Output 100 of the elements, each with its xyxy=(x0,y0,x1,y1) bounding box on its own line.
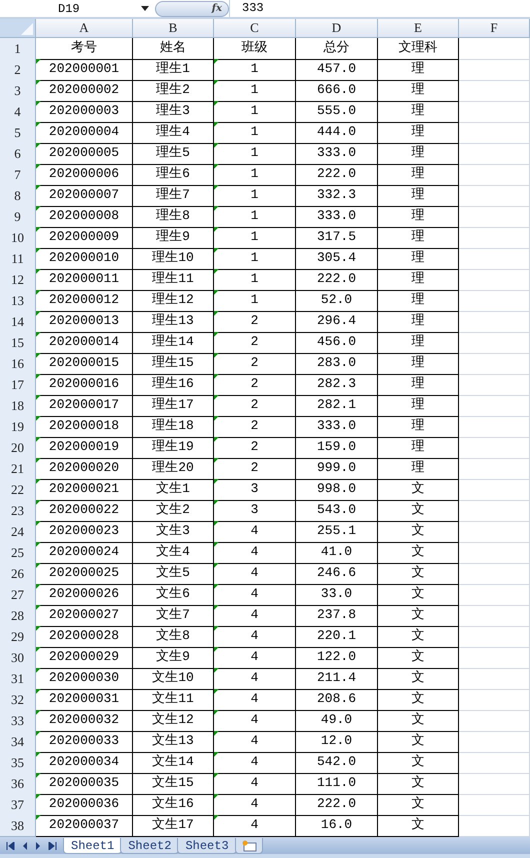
first-sheet-icon[interactable] xyxy=(6,842,15,850)
table-cell: 52.0 xyxy=(296,290,378,312)
insert-function-button[interactable]: fx xyxy=(155,0,229,16)
row-header[interactable]: 33 xyxy=(0,710,36,732)
empty-cell[interactable] xyxy=(459,248,530,270)
dropdown-icon[interactable] xyxy=(141,6,149,11)
row-header[interactable]: 24 xyxy=(0,521,36,543)
insert-sheet-button[interactable] xyxy=(234,838,263,854)
empty-cell[interactable] xyxy=(459,332,530,354)
empty-cell[interactable] xyxy=(459,626,530,648)
row-header[interactable]: 13 xyxy=(0,290,36,312)
row-header[interactable]: 1 xyxy=(0,38,36,60)
row-header[interactable]: 35 xyxy=(0,752,36,774)
empty-cell[interactable] xyxy=(459,101,530,123)
empty-cell[interactable] xyxy=(459,563,530,585)
empty-cell[interactable] xyxy=(459,227,530,249)
row-header[interactable]: 28 xyxy=(0,605,36,627)
empty-cell[interactable] xyxy=(459,542,530,564)
empty-cell[interactable] xyxy=(459,395,530,417)
empty-cell[interactable] xyxy=(459,647,530,669)
row-header[interactable]: 5 xyxy=(0,122,36,144)
name-box[interactable]: D19 xyxy=(0,0,155,17)
row-header[interactable]: 8 xyxy=(0,185,36,207)
empty-cell[interactable] xyxy=(459,164,530,186)
empty-cell[interactable] xyxy=(459,206,530,228)
row-header[interactable]: 36 xyxy=(0,773,36,795)
sheet-tab[interactable]: Sheet1 xyxy=(63,838,122,854)
row-header[interactable]: 22 xyxy=(0,479,36,501)
empty-cell[interactable] xyxy=(459,416,530,438)
empty-cell[interactable] xyxy=(459,59,530,81)
row-header[interactable]: 29 xyxy=(0,626,36,648)
empty-cell[interactable] xyxy=(459,500,530,522)
row-header[interactable]: 38 xyxy=(0,815,36,837)
row-header[interactable]: 31 xyxy=(0,668,36,690)
row-header[interactable]: 7 xyxy=(0,164,36,186)
sheet-tab[interactable]: Sheet3 xyxy=(177,838,237,854)
formula-input-field[interactable]: 333 xyxy=(229,0,530,17)
row-header[interactable]: 21 xyxy=(0,458,36,480)
row-header[interactable]: 10 xyxy=(0,227,36,249)
empty-cell[interactable] xyxy=(459,185,530,207)
empty-cell[interactable] xyxy=(459,353,530,375)
empty-cell[interactable] xyxy=(459,731,530,753)
row-header[interactable]: 25 xyxy=(0,542,36,564)
empty-cell[interactable] xyxy=(459,269,530,291)
row-header[interactable]: 17 xyxy=(0,374,36,396)
column-header[interactable]: C xyxy=(214,19,296,38)
table-cell: 文生9 xyxy=(133,647,214,669)
empty-cell[interactable] xyxy=(459,584,530,606)
sheet-tab[interactable]: Sheet2 xyxy=(120,838,180,854)
row-header[interactable]: 30 xyxy=(0,647,36,669)
empty-cell[interactable] xyxy=(459,605,530,627)
empty-cell[interactable] xyxy=(459,38,530,60)
column-header[interactable]: E xyxy=(378,19,459,38)
row-header[interactable]: 19 xyxy=(0,416,36,438)
row-header[interactable]: 23 xyxy=(0,500,36,522)
row-header[interactable]: 34 xyxy=(0,731,36,753)
empty-cell[interactable] xyxy=(459,479,530,501)
row-header[interactable]: 15 xyxy=(0,332,36,354)
empty-cell[interactable] xyxy=(459,689,530,711)
table-cell: 666.0 xyxy=(296,80,378,102)
table-cell: 1 xyxy=(214,59,296,81)
column-header[interactable]: A xyxy=(36,19,133,38)
row-header[interactable]: 37 xyxy=(0,794,36,816)
last-sheet-icon[interactable] xyxy=(48,842,57,850)
row-header[interactable]: 4 xyxy=(0,101,36,123)
row-header[interactable]: 27 xyxy=(0,584,36,606)
row-header[interactable]: 26 xyxy=(0,563,36,585)
previous-sheet-icon[interactable] xyxy=(22,842,28,850)
empty-cell[interactable] xyxy=(459,710,530,732)
row-header[interactable]: 11 xyxy=(0,248,36,270)
row-header[interactable]: 3 xyxy=(0,80,36,102)
row-header[interactable]: 12 xyxy=(0,269,36,291)
empty-cell[interactable] xyxy=(459,122,530,144)
row-header[interactable]: 16 xyxy=(0,353,36,375)
empty-cell[interactable] xyxy=(459,80,530,102)
next-sheet-icon[interactable] xyxy=(35,842,41,850)
empty-cell[interactable] xyxy=(459,311,530,333)
empty-cell[interactable] xyxy=(459,668,530,690)
empty-cell[interactable] xyxy=(459,458,530,480)
row-header[interactable]: 2 xyxy=(0,59,36,81)
empty-cell[interactable] xyxy=(459,794,530,816)
table-cell: 理生13 xyxy=(133,311,214,333)
select-all-button[interactable] xyxy=(0,19,36,38)
row-header[interactable]: 32 xyxy=(0,689,36,711)
empty-cell[interactable] xyxy=(459,290,530,312)
row-header[interactable]: 20 xyxy=(0,437,36,459)
empty-cell[interactable] xyxy=(459,437,530,459)
empty-cell[interactable] xyxy=(459,374,530,396)
row-header[interactable]: 6 xyxy=(0,143,36,165)
column-header[interactable]: F xyxy=(459,19,530,38)
empty-cell[interactable] xyxy=(459,521,530,543)
column-header[interactable]: B xyxy=(133,19,214,38)
column-header[interactable]: D xyxy=(296,19,378,38)
empty-cell[interactable] xyxy=(459,752,530,774)
row-header[interactable]: 9 xyxy=(0,206,36,228)
empty-cell[interactable] xyxy=(459,773,530,795)
empty-cell[interactable] xyxy=(459,143,530,165)
table-cell: 文生3 xyxy=(133,521,214,543)
row-header[interactable]: 14 xyxy=(0,311,36,333)
row-header[interactable]: 18 xyxy=(0,395,36,417)
